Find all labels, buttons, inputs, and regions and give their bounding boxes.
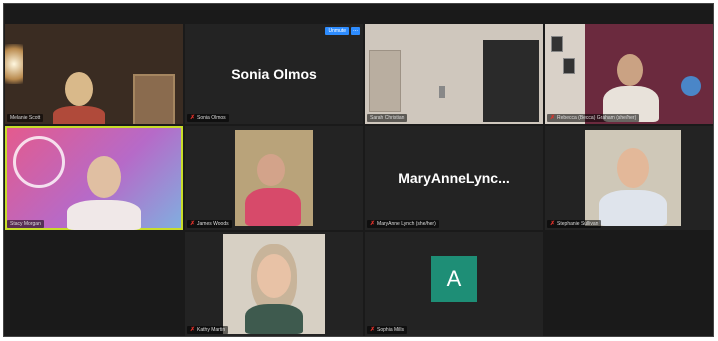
video-tile-sophia[interactable]: A ✗ Sophia Mills	[365, 232, 543, 336]
video-tile-stacy[interactable]: Stacy Morgan	[5, 126, 183, 230]
picture-frame	[133, 74, 175, 124]
video-tile-kathy[interactable]: ✗ Kathy Martin	[185, 232, 363, 336]
participant-name-tag: ✗ Sonia Olmos	[187, 114, 229, 122]
wall-frame	[551, 36, 563, 52]
participant-head	[257, 254, 291, 298]
more-options-icon[interactable]: ...	[351, 27, 360, 35]
participant-display-name: Sonia Olmos	[231, 66, 317, 82]
video-tile-sarah[interactable]: Sarah Christian	[365, 24, 543, 124]
microphone-muted-icon: ✗	[190, 221, 196, 227]
microphone-muted-icon: ✗	[550, 221, 556, 227]
participant-body	[53, 106, 105, 124]
microphone-muted-icon: ✗	[370, 327, 376, 333]
participant-head	[257, 154, 285, 186]
video-tile-becca[interactable]: ✗ Rebecca (Becca) Graham (she/her)	[545, 24, 713, 124]
participant-name-tag: ✗ Stephanie Sullivan	[547, 220, 602, 228]
video-area	[585, 130, 681, 226]
microphone-muted-icon: ✗	[190, 115, 196, 121]
participant-display-name: MaryAnneLync...	[398, 170, 510, 186]
video-tile-stephanie[interactable]: ✗ Stephanie Sullivan	[545, 126, 713, 230]
avatar: A	[431, 256, 477, 302]
participant-name-tag: ✗ James Woods	[187, 220, 232, 228]
globe	[681, 76, 701, 96]
lamp-glow	[5, 44, 23, 84]
participant-name-tag: ✗ MaryAnne Lynch (she/her)	[367, 220, 439, 228]
participant-body	[245, 188, 301, 226]
participant-name-tag: ✗ Kathy Martin	[187, 326, 229, 334]
participant-head	[617, 148, 649, 188]
video-tile-sonia[interactable]: Unmute ... Sonia Olmos ✗ Sonia Olmos	[185, 24, 363, 124]
participant-head	[87, 156, 121, 198]
participant-name-tag: Melanie Scott	[7, 114, 44, 122]
participant-body	[67, 200, 141, 230]
microphone-muted-icon: ✗	[370, 221, 376, 227]
video-tile-james[interactable]: ✗ James Woods	[185, 126, 363, 230]
participant-head	[65, 72, 93, 106]
participant-body	[599, 190, 667, 226]
participant-name-tag: ✗ Sophia Mills	[367, 326, 407, 334]
participant-name-tag: ✗ Rebecca (Becca) Graham (she/her)	[547, 114, 640, 122]
dark-doorway	[483, 40, 539, 122]
door	[369, 50, 401, 112]
video-tile-maryanne[interactable]: MaryAnneLync... ✗ MaryAnne Lynch (she/her…	[365, 126, 543, 230]
meeting-gallery-view: Melanie Scott Unmute ... Sonia Olmos ✗ So…	[3, 3, 714, 337]
participant-head	[617, 54, 643, 86]
wall-frame	[563, 58, 575, 74]
wall-phone	[439, 86, 445, 98]
microphone-muted-icon: ✗	[550, 115, 556, 121]
video-tile-melanie[interactable]: Melanie Scott	[5, 24, 183, 124]
logo-circle	[13, 136, 65, 188]
video-area	[235, 130, 313, 226]
participant-name-tag: Stacy Morgan	[7, 220, 44, 228]
participant-body	[245, 304, 303, 334]
microphone-muted-icon: ✗	[190, 327, 196, 333]
unmute-button[interactable]: Unmute	[325, 27, 349, 35]
video-area	[223, 234, 325, 334]
participant-name-tag: Sarah Christian	[367, 114, 408, 122]
